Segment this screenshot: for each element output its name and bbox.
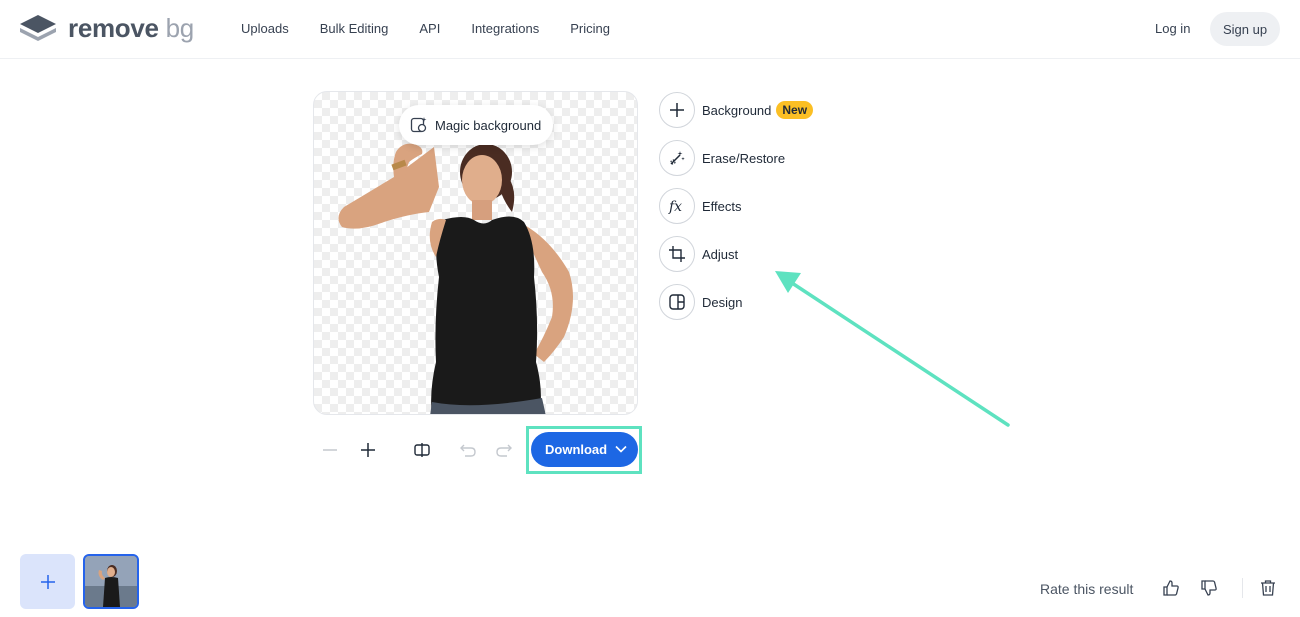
download-button[interactable]: Download xyxy=(531,432,638,467)
tool-adjust-label: Adjust xyxy=(702,246,739,262)
minus-icon xyxy=(323,449,337,451)
crop-icon xyxy=(669,246,685,262)
tool-erase-restore[interactable]: Erase/Restore xyxy=(659,140,785,176)
tool-design-circle xyxy=(659,284,695,320)
redo-button[interactable] xyxy=(494,440,514,460)
tool-adjust[interactable]: Adjust xyxy=(659,236,738,272)
compare-icon xyxy=(414,443,430,457)
tool-background-circle xyxy=(659,92,695,128)
tool-design[interactable]: Design xyxy=(659,284,742,320)
tool-design-label: Design xyxy=(702,294,743,310)
rate-result-label: Rate this result xyxy=(1040,581,1134,597)
login-link[interactable]: Log in xyxy=(1155,20,1190,38)
add-image-button[interactable] xyxy=(20,554,75,609)
compare-button[interactable] xyxy=(412,440,432,460)
divider xyxy=(1242,578,1243,598)
nav-integrations[interactable]: Integrations xyxy=(471,20,539,38)
magic-background-button[interactable]: Magic background xyxy=(399,105,553,145)
new-badge: New xyxy=(776,101,814,119)
main-nav: Uploads Bulk Editing API Integrations Pr… xyxy=(241,20,641,38)
logo-word-remove: remove xyxy=(68,13,159,43)
signup-button[interactable]: Sign up xyxy=(1210,12,1280,46)
magic-background-icon xyxy=(410,117,427,133)
zoom-out-button[interactable] xyxy=(320,440,340,460)
chevron-down-icon[interactable] xyxy=(614,442,628,456)
fx-icon: fx xyxy=(668,199,682,215)
logo-word-bg: bg xyxy=(165,13,195,43)
thumbs-down-icon xyxy=(1201,580,1217,596)
undo-button[interactable] xyxy=(458,440,478,460)
tool-erase-restore-label: Erase/Restore xyxy=(702,150,786,166)
plus-icon xyxy=(361,443,375,457)
thumbnail-photo xyxy=(85,556,137,607)
tool-adjust-circle xyxy=(659,236,695,272)
zoom-in-button[interactable] xyxy=(358,440,378,460)
plus-icon xyxy=(670,103,684,117)
logo[interactable]: remove bg xyxy=(19,13,194,43)
annotation-arrow xyxy=(775,271,1010,427)
nav-uploads[interactable]: Uploads xyxy=(241,20,289,38)
tool-effects-circle: fx xyxy=(659,188,695,224)
top-header: remove bg Uploads Bulk Editing API Integ… xyxy=(0,0,1300,59)
logo-text: remove bg xyxy=(68,13,194,43)
svg-text:fx: fx xyxy=(668,199,682,215)
thumbs-up-icon xyxy=(1163,580,1179,596)
magic-wand-icon xyxy=(670,151,685,165)
tool-effects-label: Effects xyxy=(702,198,742,214)
trash-icon xyxy=(1261,580,1275,596)
thumbs-down-button[interactable] xyxy=(1199,578,1219,598)
magic-background-label: Magic background xyxy=(435,117,542,133)
download-label: Download xyxy=(545,442,608,457)
plus-icon xyxy=(40,574,55,589)
nav-api[interactable]: API xyxy=(419,20,440,38)
nav-bulk-editing[interactable]: Bulk Editing xyxy=(320,20,389,38)
tool-background[interactable]: Background New xyxy=(659,92,814,128)
stacked-layers-logo-icon xyxy=(20,15,56,41)
redo-icon xyxy=(496,444,512,457)
tool-background-label: Background xyxy=(702,102,772,118)
layout-icon xyxy=(669,294,685,310)
delete-button[interactable] xyxy=(1258,578,1278,598)
image-thumbnail[interactable] xyxy=(83,554,139,609)
undo-icon xyxy=(460,444,476,457)
tool-erase-restore-circle xyxy=(659,140,695,176)
thumbs-up-button[interactable] xyxy=(1161,578,1181,598)
nav-pricing[interactable]: Pricing xyxy=(570,20,610,38)
tool-effects[interactable]: fx Effects xyxy=(659,188,742,224)
